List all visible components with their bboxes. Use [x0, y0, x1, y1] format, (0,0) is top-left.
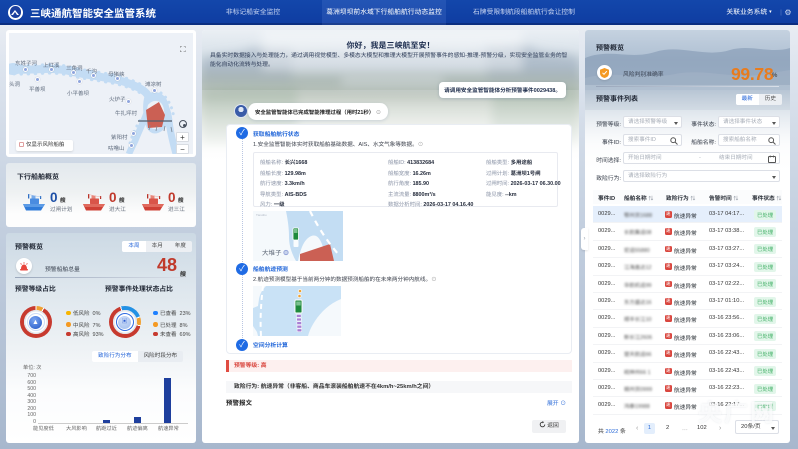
svg-text:Tianditu: Tianditu [256, 213, 267, 217]
svg-text:大堆子: 大堆子 [262, 249, 282, 257]
